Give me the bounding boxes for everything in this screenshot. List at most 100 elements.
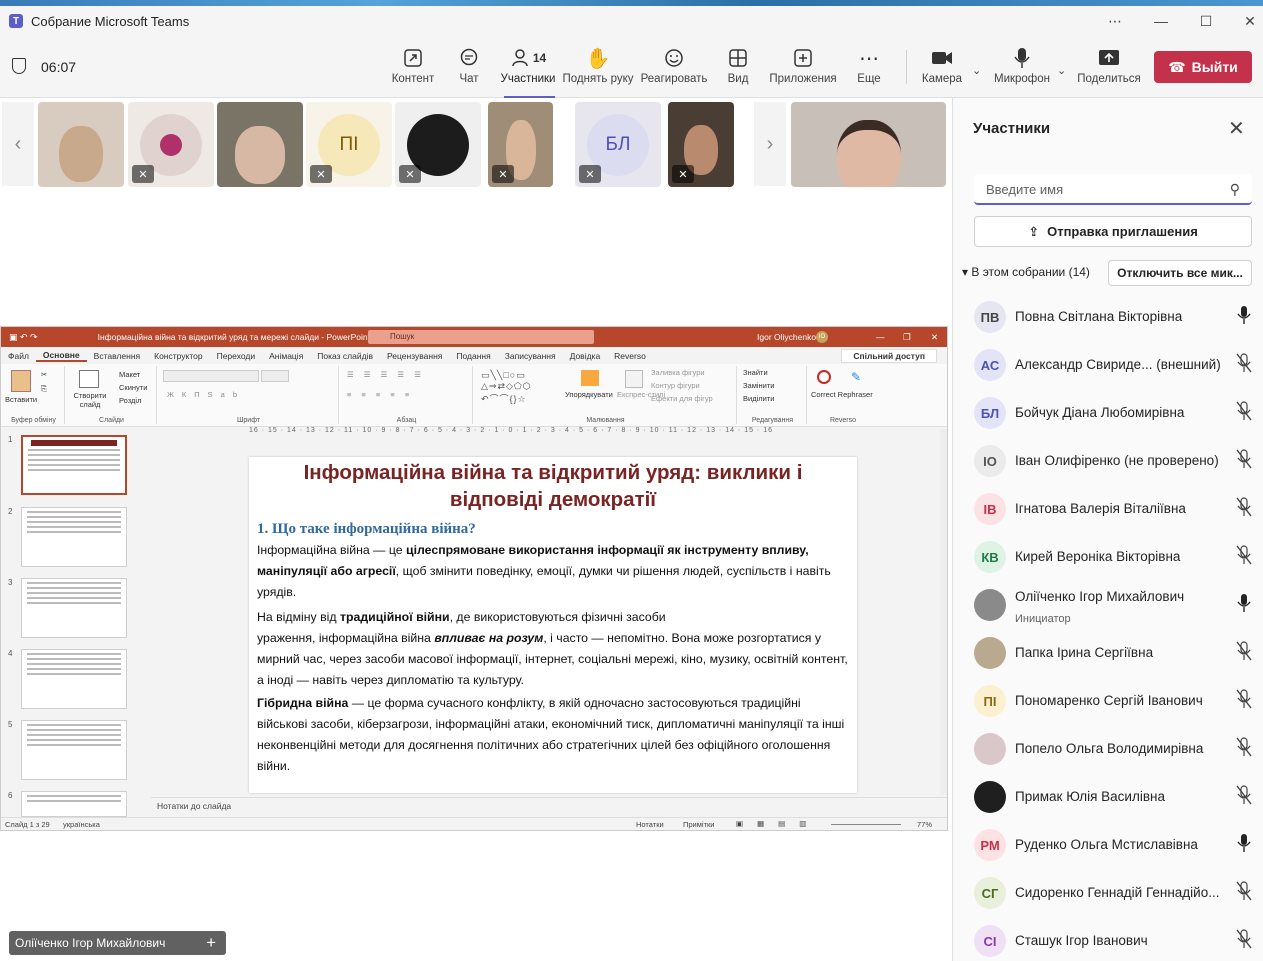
video-tile[interactable]: ✕: [668, 102, 734, 187]
view-mode-icons[interactable]: ▣▦▤▥: [736, 819, 820, 828]
video-tile[interactable]: ✕: [488, 102, 553, 187]
participant-row[interactable]: Примак Юлія Василівна: [953, 772, 1263, 820]
content-button[interactable]: Контент: [391, 46, 435, 90]
participant-row[interactable]: КВ Кирей Вероніка Вікторівна: [953, 532, 1263, 580]
participant-row[interactable]: БЛ Бойчук Діана Любомирівна: [953, 388, 1263, 436]
participant-row[interactable]: ПВ Повна Світлана Вікторівна: [953, 292, 1263, 340]
participant-row[interactable]: СГ Сидоренко Геннадій Геннадійо...: [953, 868, 1263, 916]
slide-thumbnail[interactable]: [21, 507, 127, 567]
speaker-video-tile[interactable]: [791, 102, 946, 187]
slide-canvas[interactable]: Інформаційна війна та відкритий уряд: ви…: [249, 457, 857, 793]
participant-row[interactable]: ПІ Пономаренко Сергій Іванович: [953, 676, 1263, 724]
share-button[interactable]: Поделиться: [1077, 46, 1141, 90]
ppt-close-icon[interactable]: ✕: [931, 332, 938, 343]
video-tile[interactable]: ✕: [128, 102, 214, 187]
maximize-icon[interactable]: ☐: [1184, 6, 1228, 36]
camera-options-chevron-icon[interactable]: ⌄: [972, 64, 981, 77]
slide-thumbnail[interactable]: [21, 720, 127, 780]
gallery-next-chevron-icon[interactable]: ›: [754, 102, 786, 186]
more-button[interactable]: ⋯ Еще: [856, 46, 882, 90]
participant-row[interactable]: Оліїченко Ігор Михайлович Инициатор: [953, 580, 1263, 628]
cut-icon[interactable]: ✂: [41, 370, 47, 379]
zoom-slider[interactable]: [831, 824, 901, 825]
slide-thumbnail[interactable]: [21, 578, 127, 638]
apps-button[interactable]: Приложения: [769, 46, 837, 90]
ppt-tab[interactable]: Довідка: [563, 351, 608, 361]
gallery-prev-chevron-icon[interactable]: ‹: [2, 102, 34, 186]
video-tile[interactable]: ПІ ✕: [306, 102, 392, 187]
participant-row[interactable]: РМ Руденко Ольга Мстиславівна: [953, 820, 1263, 868]
camera-button[interactable]: Камера: [920, 46, 964, 90]
video-tile[interactable]: [217, 102, 303, 187]
shape-outline-button[interactable]: Контур фігури: [651, 381, 700, 390]
view-button[interactable]: Вид: [724, 46, 752, 90]
send-invite-button[interactable]: ⇪ Отправка приглашения: [974, 216, 1252, 247]
participant-search-input[interactable]: Введите имя ⚲: [974, 174, 1252, 205]
slide-thumbnail-selected[interactable]: [21, 435, 127, 495]
leave-button[interactable]: ☎ Выйти: [1154, 51, 1252, 83]
mute-all-button[interactable]: Отключить все мик...: [1108, 260, 1252, 286]
mic-options-chevron-icon[interactable]: ⌄: [1057, 64, 1066, 77]
ppt-share-button[interactable]: Спільний доступ: [841, 349, 937, 363]
participant-row[interactable]: ІО Іван Олифіренко (не проверено): [953, 436, 1263, 484]
slide-scrollbar[interactable]: [940, 429, 947, 795]
participant-row[interactable]: Папка Ірина Сергіївна: [953, 628, 1263, 676]
paste-icon[interactable]: [11, 370, 31, 392]
shapes-gallery[interactable]: ▭╲╲□○▭ △⇒⇄◇⬠⬡ ↶⌒⌒{}☆: [481, 370, 532, 405]
shape-effects-button[interactable]: Ефекти для фігур: [651, 394, 713, 403]
comments-toggle[interactable]: Примітки: [683, 820, 714, 829]
ppt-tab[interactable]: Подання: [449, 351, 497, 361]
ppt-tab[interactable]: Вставлення: [87, 351, 147, 361]
close-panel-icon[interactable]: ✕: [1228, 116, 1245, 141]
participant-row[interactable]: ІВ Ігнатова Валерія Віталіївна: [953, 484, 1263, 532]
participants-button[interactable]: 14 Участники: [500, 46, 556, 90]
ppt-tab-active[interactable]: Основне: [35, 350, 87, 362]
shape-fill-button[interactable]: Заливка фігури: [651, 368, 705, 377]
font-format-icons[interactable]: ЖКПSab: [167, 390, 245, 399]
react-button[interactable]: Реагировать: [640, 46, 708, 90]
copy-icon[interactable]: ⎘: [41, 384, 47, 394]
reset-button[interactable]: Скинути: [119, 383, 147, 392]
ppt-tab[interactable]: Переходи: [210, 351, 263, 361]
ppt-restore-icon[interactable]: ❐: [903, 332, 911, 343]
new-slide-icon[interactable]: [79, 370, 99, 388]
minimize-icon[interactable]: —: [1139, 6, 1183, 36]
ppt-tab[interactable]: Записування: [498, 351, 563, 361]
font-family-select[interactable]: [163, 370, 259, 382]
add-icon[interactable]: +: [206, 933, 216, 953]
video-tile[interactable]: ✕: [395, 102, 481, 187]
ppt-tab[interactable]: Анімація: [262, 351, 310, 361]
close-window-icon[interactable]: ✕: [1228, 6, 1263, 36]
replace-button[interactable]: Замінити: [743, 381, 774, 390]
ppt-tab[interactable]: Файл: [1, 351, 36, 361]
participant-row[interactable]: АС Александр Свириде... (внешний): [953, 340, 1263, 388]
select-button[interactable]: Виділити: [743, 394, 774, 403]
ppt-minimize-icon[interactable]: —: [876, 332, 885, 342]
slide-thumbnail[interactable]: [21, 649, 127, 709]
slide-thumbnail[interactable]: [21, 791, 127, 817]
ppt-tab[interactable]: Конструктор: [147, 351, 209, 361]
align-icons[interactable]: ≡ ≡ ≡ ≡ ≡: [347, 390, 413, 399]
notes-toggle[interactable]: Нотатки: [636, 820, 664, 829]
participant-row[interactable]: Попело Ольга Володимирівна: [953, 724, 1263, 772]
raise-hand-button[interactable]: ✋ Поднять руку: [562, 46, 633, 90]
notes-pane[interactable]: Нотатки до слайда: [151, 797, 947, 814]
arrange-icon[interactable]: [581, 370, 599, 386]
font-size-select[interactable]: [261, 370, 289, 382]
ppt-tab[interactable]: Reverso: [607, 351, 653, 361]
quick-styles-icon[interactable]: [625, 370, 643, 388]
chat-button[interactable]: Чат: [455, 46, 483, 90]
correct-icon[interactable]: [817, 370, 831, 384]
ppt-search-box[interactable]: Пошук: [368, 330, 594, 344]
layout-button[interactable]: Макет: [119, 370, 140, 379]
ppt-tab[interactable]: Рецензування: [380, 351, 449, 361]
rephraser-icon[interactable]: ✎: [851, 370, 865, 384]
ppt-tab[interactable]: Показ слайдів: [310, 351, 380, 361]
participant-row[interactable]: СІ Сташук Ігор Іванович: [953, 916, 1263, 961]
video-tile[interactable]: [38, 102, 124, 187]
find-button[interactable]: Знайти: [743, 368, 768, 377]
section-button[interactable]: Розділ: [119, 396, 141, 405]
more-options-icon[interactable]: ⋯: [1093, 6, 1137, 36]
mic-button[interactable]: Микрофон: [994, 46, 1050, 90]
list-icons[interactable]: ☰ ☰ ☰ ☰ ☰: [347, 370, 425, 379]
